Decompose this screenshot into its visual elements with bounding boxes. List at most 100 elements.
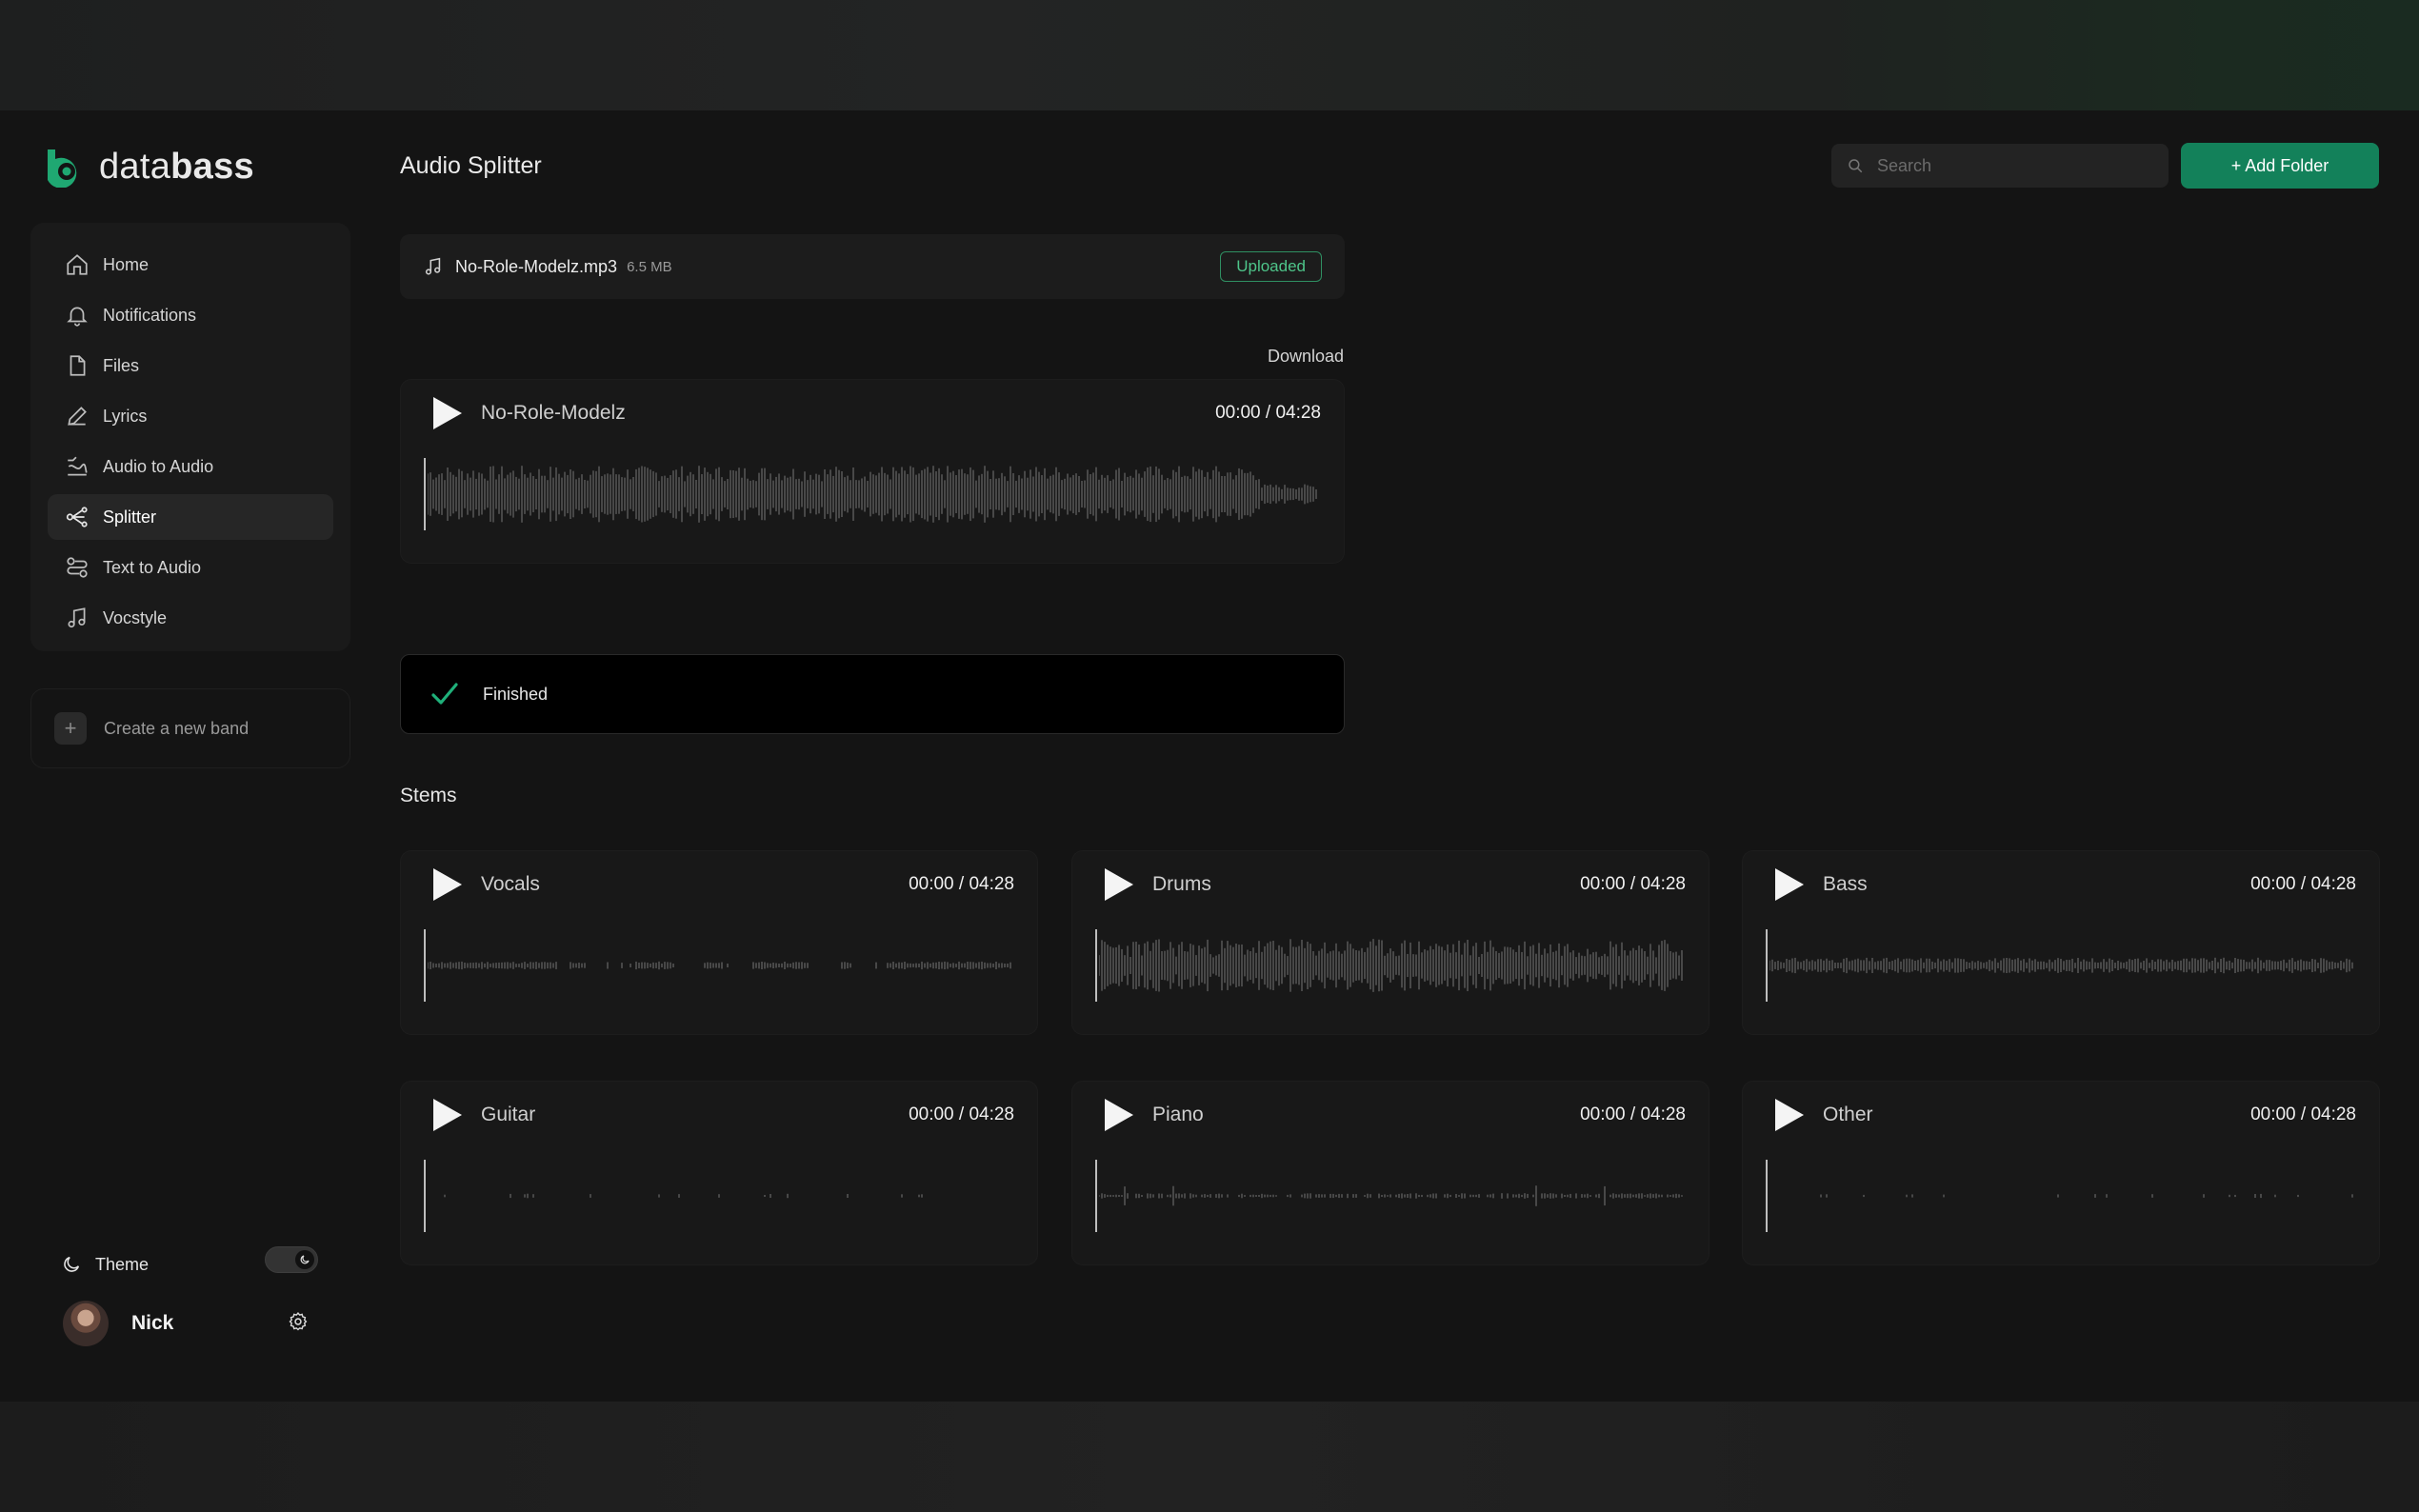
play-icon[interactable] xyxy=(1101,1097,1135,1133)
track-title: No-Role-Modelz xyxy=(481,402,626,424)
add-folder-label: + Add Folder xyxy=(2230,155,2329,175)
stem-name: Drums xyxy=(1152,873,1211,895)
sidebar-item-audio-to-audio[interactable]: Audio to Audio xyxy=(48,444,333,489)
sidebar-item-lyrics[interactable]: Lyrics xyxy=(48,393,333,439)
text-to-audio-icon xyxy=(67,557,88,578)
file-name: No-Role-Modelz.mp3 xyxy=(455,256,618,276)
app-window: databass Home Notifications Files Lyrics… xyxy=(0,110,2419,1402)
stem-player-other: Other 00:00 / 04:28 xyxy=(1742,1081,2380,1265)
play-icon[interactable] xyxy=(430,1097,464,1133)
brand-wordmark: databass xyxy=(99,147,254,187)
stem-time: 00:00 / 04:28 xyxy=(1580,1104,1686,1124)
waveform[interactable] xyxy=(1769,929,2358,1002)
playhead[interactable] xyxy=(424,1160,426,1232)
waveform[interactable] xyxy=(428,929,1016,1002)
playhead[interactable] xyxy=(1095,929,1097,1002)
checkmark-icon xyxy=(431,683,458,705)
stem-player-vocals: Vocals 00:00 / 04:28 xyxy=(400,850,1038,1035)
user-name: Nick xyxy=(131,1312,174,1334)
stem-name: Vocals xyxy=(481,873,540,895)
sidebar-item-label: Text to Audio xyxy=(103,557,202,577)
waveform[interactable] xyxy=(428,1160,1016,1232)
sidebar-item-files[interactable]: Files xyxy=(48,343,333,388)
main-audio-player: No-Role-Modelz 00:00 / 04:28 xyxy=(400,379,1345,564)
track-time: 00:00 / 04:28 xyxy=(1215,403,1321,423)
plus-icon: + xyxy=(54,712,87,745)
waveform[interactable] xyxy=(428,458,1323,530)
play-icon[interactable] xyxy=(430,866,464,903)
pencil-icon xyxy=(68,407,87,426)
play-icon[interactable] xyxy=(430,395,464,431)
stems-heading: Stems xyxy=(400,785,457,806)
moon-icon xyxy=(64,1256,80,1272)
stem-name: Bass xyxy=(1823,873,1868,895)
uploaded-file-card: No-Role-Modelz.mp3 6.5 MB Uploaded xyxy=(400,234,1345,299)
playhead[interactable] xyxy=(1766,1160,1768,1232)
create-band-label: Create a new band xyxy=(104,718,250,738)
play-icon[interactable] xyxy=(1101,866,1135,903)
sidebar-item-label: Home xyxy=(103,254,150,274)
stem-name: Other xyxy=(1823,1104,1873,1125)
bell-icon xyxy=(67,307,88,327)
stem-player-drums: Drums 00:00 / 04:28 xyxy=(1071,850,1709,1035)
sidebar-item-text-to-audio[interactable]: Text to Audio xyxy=(48,545,333,590)
file-icon xyxy=(70,355,86,376)
search-box[interactable] xyxy=(1831,144,2169,188)
page-title: Audio Splitter xyxy=(400,152,542,179)
brand-logo[interactable]: databass xyxy=(46,147,254,188)
sidebar-item-notifications[interactable]: Notifications xyxy=(48,292,333,338)
sidebar-item-label: Notifications xyxy=(103,305,197,325)
playhead[interactable] xyxy=(424,458,426,530)
theme-toggle[interactable] xyxy=(265,1246,318,1273)
top-backdrop xyxy=(0,0,2419,110)
play-icon[interactable] xyxy=(1771,1097,1806,1133)
play-icon[interactable] xyxy=(1771,866,1806,903)
stem-time: 00:00 / 04:28 xyxy=(1580,874,1686,894)
stem-name: Guitar xyxy=(481,1104,536,1125)
settings-gear-icon[interactable] xyxy=(288,1311,309,1332)
add-folder-button[interactable]: + Add Folder xyxy=(2181,143,2379,189)
sidebar-item-vocstyle[interactable]: Vocstyle xyxy=(48,595,333,641)
bottom-backdrop xyxy=(0,1402,2419,1512)
music-note-icon xyxy=(68,607,86,628)
avatar xyxy=(63,1301,109,1346)
user-profile[interactable]: Nick xyxy=(63,1299,320,1348)
stem-name: Piano xyxy=(1152,1104,1204,1125)
sidebar-item-label: Vocstyle xyxy=(103,607,168,627)
moon-icon xyxy=(295,1250,314,1269)
audio-to-audio-icon xyxy=(68,456,88,476)
stem-time: 00:00 / 04:28 xyxy=(2250,1104,2356,1124)
status-text: Finished xyxy=(483,684,549,704)
sidebar-item-splitter[interactable]: Splitter xyxy=(48,494,333,540)
music-note-icon xyxy=(425,257,441,275)
stem-player-bass: Bass 00:00 / 04:28 xyxy=(1742,850,2380,1035)
databass-logo-icon xyxy=(48,149,77,188)
sidebar-item-label: Splitter xyxy=(103,507,157,527)
sidebar-nav: Home Notifications Files Lyrics Audio to… xyxy=(30,223,350,651)
stem-player-piano: Piano 00:00 / 04:28 xyxy=(1071,1081,1709,1265)
sidebar-item-home[interactable]: Home xyxy=(48,242,333,288)
waveform[interactable] xyxy=(1099,929,1688,1002)
create-band-button[interactable]: + Create a new band xyxy=(30,688,350,768)
playhead[interactable] xyxy=(424,929,426,1002)
search-icon xyxy=(1849,159,1863,173)
stem-time: 00:00 / 04:28 xyxy=(909,874,1014,894)
sidebar-item-label: Lyrics xyxy=(103,406,148,426)
stem-time: 00:00 / 04:28 xyxy=(2250,874,2356,894)
splitter-icon xyxy=(66,507,88,527)
waveform[interactable] xyxy=(1769,1160,2358,1232)
playhead[interactable] xyxy=(1766,929,1768,1002)
sidebar-item-label: Audio to Audio xyxy=(103,456,214,476)
file-size: 6.5 MB xyxy=(627,258,672,275)
download-link[interactable]: Download xyxy=(1268,347,1344,367)
search-input[interactable] xyxy=(1875,154,2146,177)
sidebar-item-label: Files xyxy=(103,355,140,375)
playhead[interactable] xyxy=(1095,1160,1097,1232)
stem-player-guitar: Guitar 00:00 / 04:28 xyxy=(400,1081,1038,1265)
status-badge: Uploaded xyxy=(1220,251,1322,282)
waveform[interactable] xyxy=(1099,1160,1688,1232)
stem-time: 00:00 / 04:28 xyxy=(909,1104,1014,1124)
split-status-card: Finished xyxy=(400,654,1345,734)
home-icon xyxy=(67,254,88,275)
theme-label: Theme xyxy=(95,1254,150,1274)
